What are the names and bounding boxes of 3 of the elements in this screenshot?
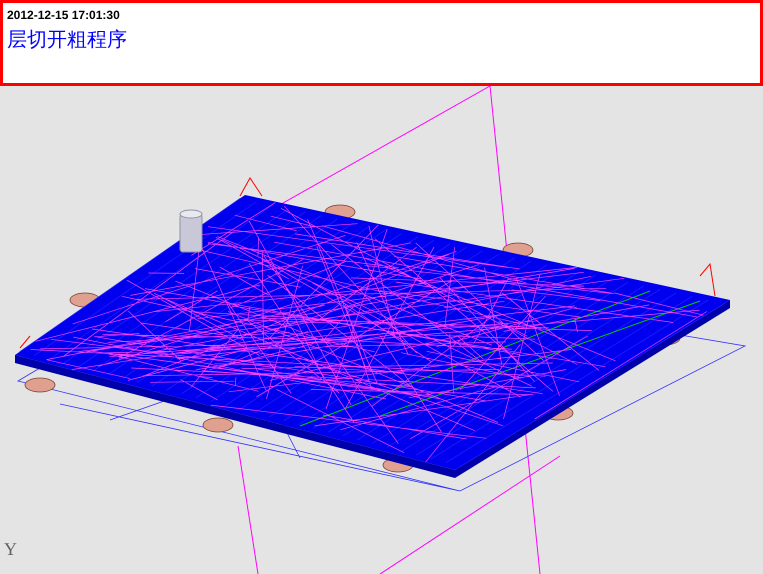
axis-label: Y xyxy=(4,538,17,561)
timestamp: 2012-12-15 17:01:30 xyxy=(7,7,120,23)
title: 层切开粗程序 xyxy=(7,26,127,53)
